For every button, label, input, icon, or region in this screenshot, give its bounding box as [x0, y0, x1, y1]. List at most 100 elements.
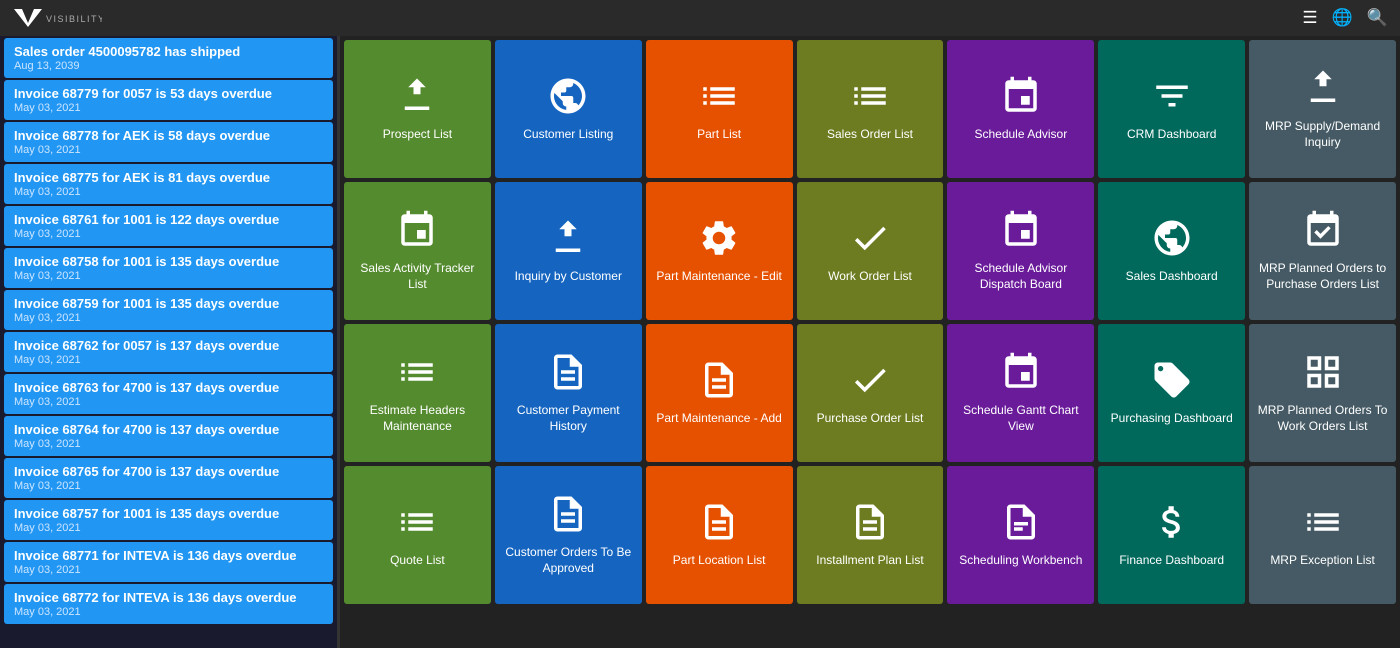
- portal-tile[interactable]: MRP Exception List: [1249, 466, 1396, 604]
- portal-tile[interactable]: Schedule Gantt Chart View: [947, 324, 1094, 462]
- tile-label: MRP Supply/Demand Inquiry: [1255, 119, 1390, 150]
- tile-label: Part Maintenance - Edit: [656, 269, 781, 285]
- tile-label: MRP Planned Orders To Work Orders List: [1255, 403, 1390, 434]
- sidebar-item[interactable]: Invoice 68779 for 0057 is 53 days overdu…: [4, 80, 333, 120]
- portal-tile[interactable]: Scheduling Workbench: [947, 466, 1094, 604]
- tile-icon: [849, 75, 891, 117]
- tile-icon: [849, 359, 891, 401]
- tile-label: Inquiry by Customer: [515, 269, 622, 285]
- portal-tile[interactable]: Sales Dashboard: [1098, 182, 1245, 320]
- tile-icon: [396, 351, 438, 393]
- tile-label: Part List: [697, 127, 741, 143]
- tile-label: Work Order List: [828, 269, 912, 285]
- portal-tile[interactable]: Quote List: [344, 466, 491, 604]
- portal-tile[interactable]: Customer Listing: [495, 40, 642, 178]
- tile-label: Customer Listing: [523, 127, 613, 143]
- hamburger-icon[interactable]: ☰: [1302, 8, 1317, 28]
- portal-tile[interactable]: Customer Payment History: [495, 324, 642, 462]
- tile-label: Estimate Headers Maintenance: [350, 403, 485, 434]
- tile-label: CRM Dashboard: [1127, 127, 1216, 143]
- portal-tile[interactable]: Schedule Advisor: [947, 40, 1094, 178]
- top-navigation: VISIBILITY ☰ 🌐 🔍: [0, 0, 1400, 36]
- tile-icon: [1000, 501, 1042, 543]
- portal-tile[interactable]: CRM Dashboard: [1098, 40, 1245, 178]
- tile-label: Schedule Gantt Chart View: [953, 403, 1088, 434]
- tile-icon: [396, 209, 438, 251]
- portal-tile[interactable]: Installment Plan List: [797, 466, 944, 604]
- tile-icon: [547, 351, 589, 393]
- portal-tile[interactable]: Purchase Order List: [797, 324, 944, 462]
- tiles-area: Prospect List Customer Listing Part List…: [340, 36, 1400, 648]
- sidebar-item[interactable]: Invoice 68763 for 4700 is 137 days overd…: [4, 374, 333, 414]
- tile-icon: [1302, 67, 1344, 109]
- tile-label: Schedule Advisor Dispatch Board: [953, 261, 1088, 292]
- sidebar-item[interactable]: Invoice 68778 for AEK is 58 days overdue…: [4, 122, 333, 162]
- sidebar-item[interactable]: Invoice 68758 for 1001 is 135 days overd…: [4, 248, 333, 288]
- portal-tile[interactable]: Sales Order List: [797, 40, 944, 178]
- tile-icon: [1302, 209, 1344, 251]
- sidebar-item[interactable]: Invoice 68759 for 1001 is 135 days overd…: [4, 290, 333, 330]
- sidebar-item[interactable]: Invoice 68761 for 1001 is 122 days overd…: [4, 206, 333, 246]
- sidebar-item[interactable]: Invoice 68765 for 4700 is 137 days overd…: [4, 458, 333, 498]
- portal-tile[interactable]: Estimate Headers Maintenance: [344, 324, 491, 462]
- portal-tile[interactable]: MRP Planned Orders To Work Orders List: [1249, 324, 1396, 462]
- sidebar-item[interactable]: Invoice 68772 for INTEVA is 136 days ove…: [4, 584, 333, 624]
- portal-tile[interactable]: Part Maintenance - Edit: [646, 182, 793, 320]
- portal-tile[interactable]: MRP Planned Orders to Purchase Orders Li…: [1249, 182, 1396, 320]
- tile-label: MRP Exception List: [1270, 553, 1375, 569]
- tile-icon: [1151, 359, 1193, 401]
- tile-label: Sales Order List: [827, 127, 913, 143]
- tile-icon: [1151, 501, 1193, 543]
- search-icon[interactable]: 🔍: [1367, 8, 1388, 28]
- portal-tile[interactable]: MRP Supply/Demand Inquiry: [1249, 40, 1396, 178]
- portal-tile[interactable]: Part Location List: [646, 466, 793, 604]
- tile-label: Installment Plan List: [816, 553, 923, 569]
- portal-tile[interactable]: Part List: [646, 40, 793, 178]
- portal-tile[interactable]: Part Maintenance - Add: [646, 324, 793, 462]
- tile-label: Customer Orders To Be Approved: [501, 545, 636, 576]
- tile-label: Customer Payment History: [501, 403, 636, 434]
- portal-tile[interactable]: Sales Activity Tracker List: [344, 182, 491, 320]
- tile-label: Sales Dashboard: [1126, 269, 1218, 285]
- logo-area: VISIBILITY: [12, 7, 116, 29]
- tile-icon: [1302, 351, 1344, 393]
- tile-icon: [1000, 351, 1042, 393]
- sidebar-item[interactable]: Invoice 68771 for INTEVA is 136 days ove…: [4, 542, 333, 582]
- tile-label: Purchasing Dashboard: [1111, 411, 1233, 427]
- sidebar-item[interactable]: Invoice 68764 for 4700 is 137 days overd…: [4, 416, 333, 456]
- tile-icon: [1151, 217, 1193, 259]
- sidebar-item[interactable]: Invoice 68762 for 0057 is 137 days overd…: [4, 332, 333, 372]
- svg-text:VISIBILITY: VISIBILITY: [46, 14, 102, 24]
- sidebar-item[interactable]: Sales order 4500095782 has shippedAug 13…: [4, 38, 333, 78]
- tile-icon: [1000, 209, 1042, 251]
- tile-icon: [698, 501, 740, 543]
- portal-tile[interactable]: Schedule Advisor Dispatch Board: [947, 182, 1094, 320]
- tile-icon: [698, 359, 740, 401]
- tile-label: Part Maintenance - Add: [656, 411, 781, 427]
- topnav-right: ☰ 🌐 🔍: [1274, 8, 1388, 28]
- tile-icon: [1000, 75, 1042, 117]
- portal-tile[interactable]: Inquiry by Customer: [495, 182, 642, 320]
- tile-label: Quote List: [390, 553, 445, 569]
- sidebar: Sales order 4500095782 has shippedAug 13…: [0, 36, 340, 648]
- portal-tile[interactable]: Customer Orders To Be Approved: [495, 466, 642, 604]
- sidebar-item[interactable]: Invoice 68775 for AEK is 81 days overdue…: [4, 164, 333, 204]
- portal-tile[interactable]: Finance Dashboard: [1098, 466, 1245, 604]
- tile-label: Scheduling Workbench: [959, 553, 1082, 569]
- tile-label: Prospect List: [383, 127, 452, 143]
- tile-label: Schedule Advisor: [974, 127, 1067, 143]
- portal-tile[interactable]: Prospect List: [344, 40, 491, 178]
- tile-icon: [547, 217, 589, 259]
- tile-icon: [849, 501, 891, 543]
- globe-icon[interactable]: 🌐: [1332, 8, 1353, 28]
- portal-tile[interactable]: Work Order List: [797, 182, 944, 320]
- tile-icon: [396, 75, 438, 117]
- tile-icon: [849, 217, 891, 259]
- tiles-grid: Prospect List Customer Listing Part List…: [344, 40, 1396, 604]
- portal-tile[interactable]: Purchasing Dashboard: [1098, 324, 1245, 462]
- tile-icon: [1302, 501, 1344, 543]
- sidebar-item[interactable]: Invoice 68757 for 1001 is 135 days overd…: [4, 500, 333, 540]
- tile-icon: [396, 501, 438, 543]
- tile-icon: [547, 75, 589, 117]
- tile-label: Sales Activity Tracker List: [350, 261, 485, 292]
